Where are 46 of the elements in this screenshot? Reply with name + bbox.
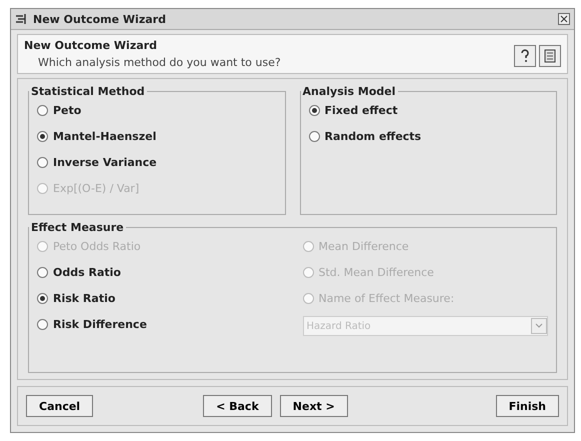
header-title: New Outcome Wizard: [24, 39, 158, 52]
radio-button[interactable]: [37, 130, 48, 142]
radio-label: Inverse Variance: [53, 156, 157, 168]
radio-label: Risk Difference: [53, 318, 147, 330]
radio-button[interactable]: [37, 156, 48, 168]
radio-label: Peto: [53, 104, 82, 116]
radio-button[interactable]: [37, 266, 48, 278]
radio-label: Odds Ratio: [53, 266, 121, 278]
radio-button[interactable]: [37, 292, 48, 304]
radio-label: Peto Odds Ratio: [53, 240, 141, 252]
header-subtitle: Which analysis method do you want to use?: [37, 56, 282, 69]
radio-label: Mean Difference: [318, 240, 409, 252]
wizard-button[interactable]: Cancel: [26, 395, 94, 417]
radio-label: Exp[(O-E) / Var]: [53, 182, 140, 194]
radio-option[interactable]: Inverse Variance: [37, 154, 276, 170]
radio-button[interactable]: [37, 104, 48, 116]
group-title: Statistical Method: [30, 85, 146, 98]
help-button[interactable]: [514, 45, 536, 67]
help-icon: [519, 49, 531, 63]
radio-option[interactable]: Risk Difference: [37, 316, 282, 332]
radio-button[interactable]: [308, 130, 320, 142]
radio-option[interactable]: Odds Ratio: [37, 264, 282, 280]
radio-option[interactable]: Mantel-Haenszel: [37, 128, 276, 144]
wizard-button[interactable]: Finish: [496, 395, 559, 417]
radio-option[interactable]: Peto: [37, 102, 276, 118]
document-icon: [544, 49, 556, 63]
radio-label: Name of Effect Measure:: [318, 292, 454, 304]
radio-label: Random effects: [324, 130, 422, 142]
wizard-icon: [15, 13, 27, 25]
radio-button[interactable]: [308, 104, 320, 116]
radio-label: Fixed effect: [324, 104, 398, 116]
notes-button[interactable]: [539, 45, 561, 67]
close-icon[interactable]: [558, 13, 570, 25]
radio-option[interactable]: Fixed effect: [308, 102, 548, 118]
wizard-button[interactable]: Next >: [280, 395, 348, 417]
wizard-button[interactable]: < Back: [203, 395, 272, 417]
window-title: New Outcome Wizard: [33, 12, 167, 26]
radio-option[interactable]: Risk Ratio: [37, 290, 282, 306]
group-title: Analysis Model: [302, 85, 397, 98]
group-title: Effect Measure: [30, 221, 125, 234]
radio-option[interactable]: Random effects: [308, 128, 548, 144]
radio-label: Risk Ratio: [53, 292, 116, 304]
radio-button[interactable]: [37, 318, 48, 330]
radio-label: Std. Mean Difference: [318, 266, 434, 278]
radio-label: Mantel-Haenszel: [53, 130, 156, 142]
caret-icon: [535, 323, 543, 329]
